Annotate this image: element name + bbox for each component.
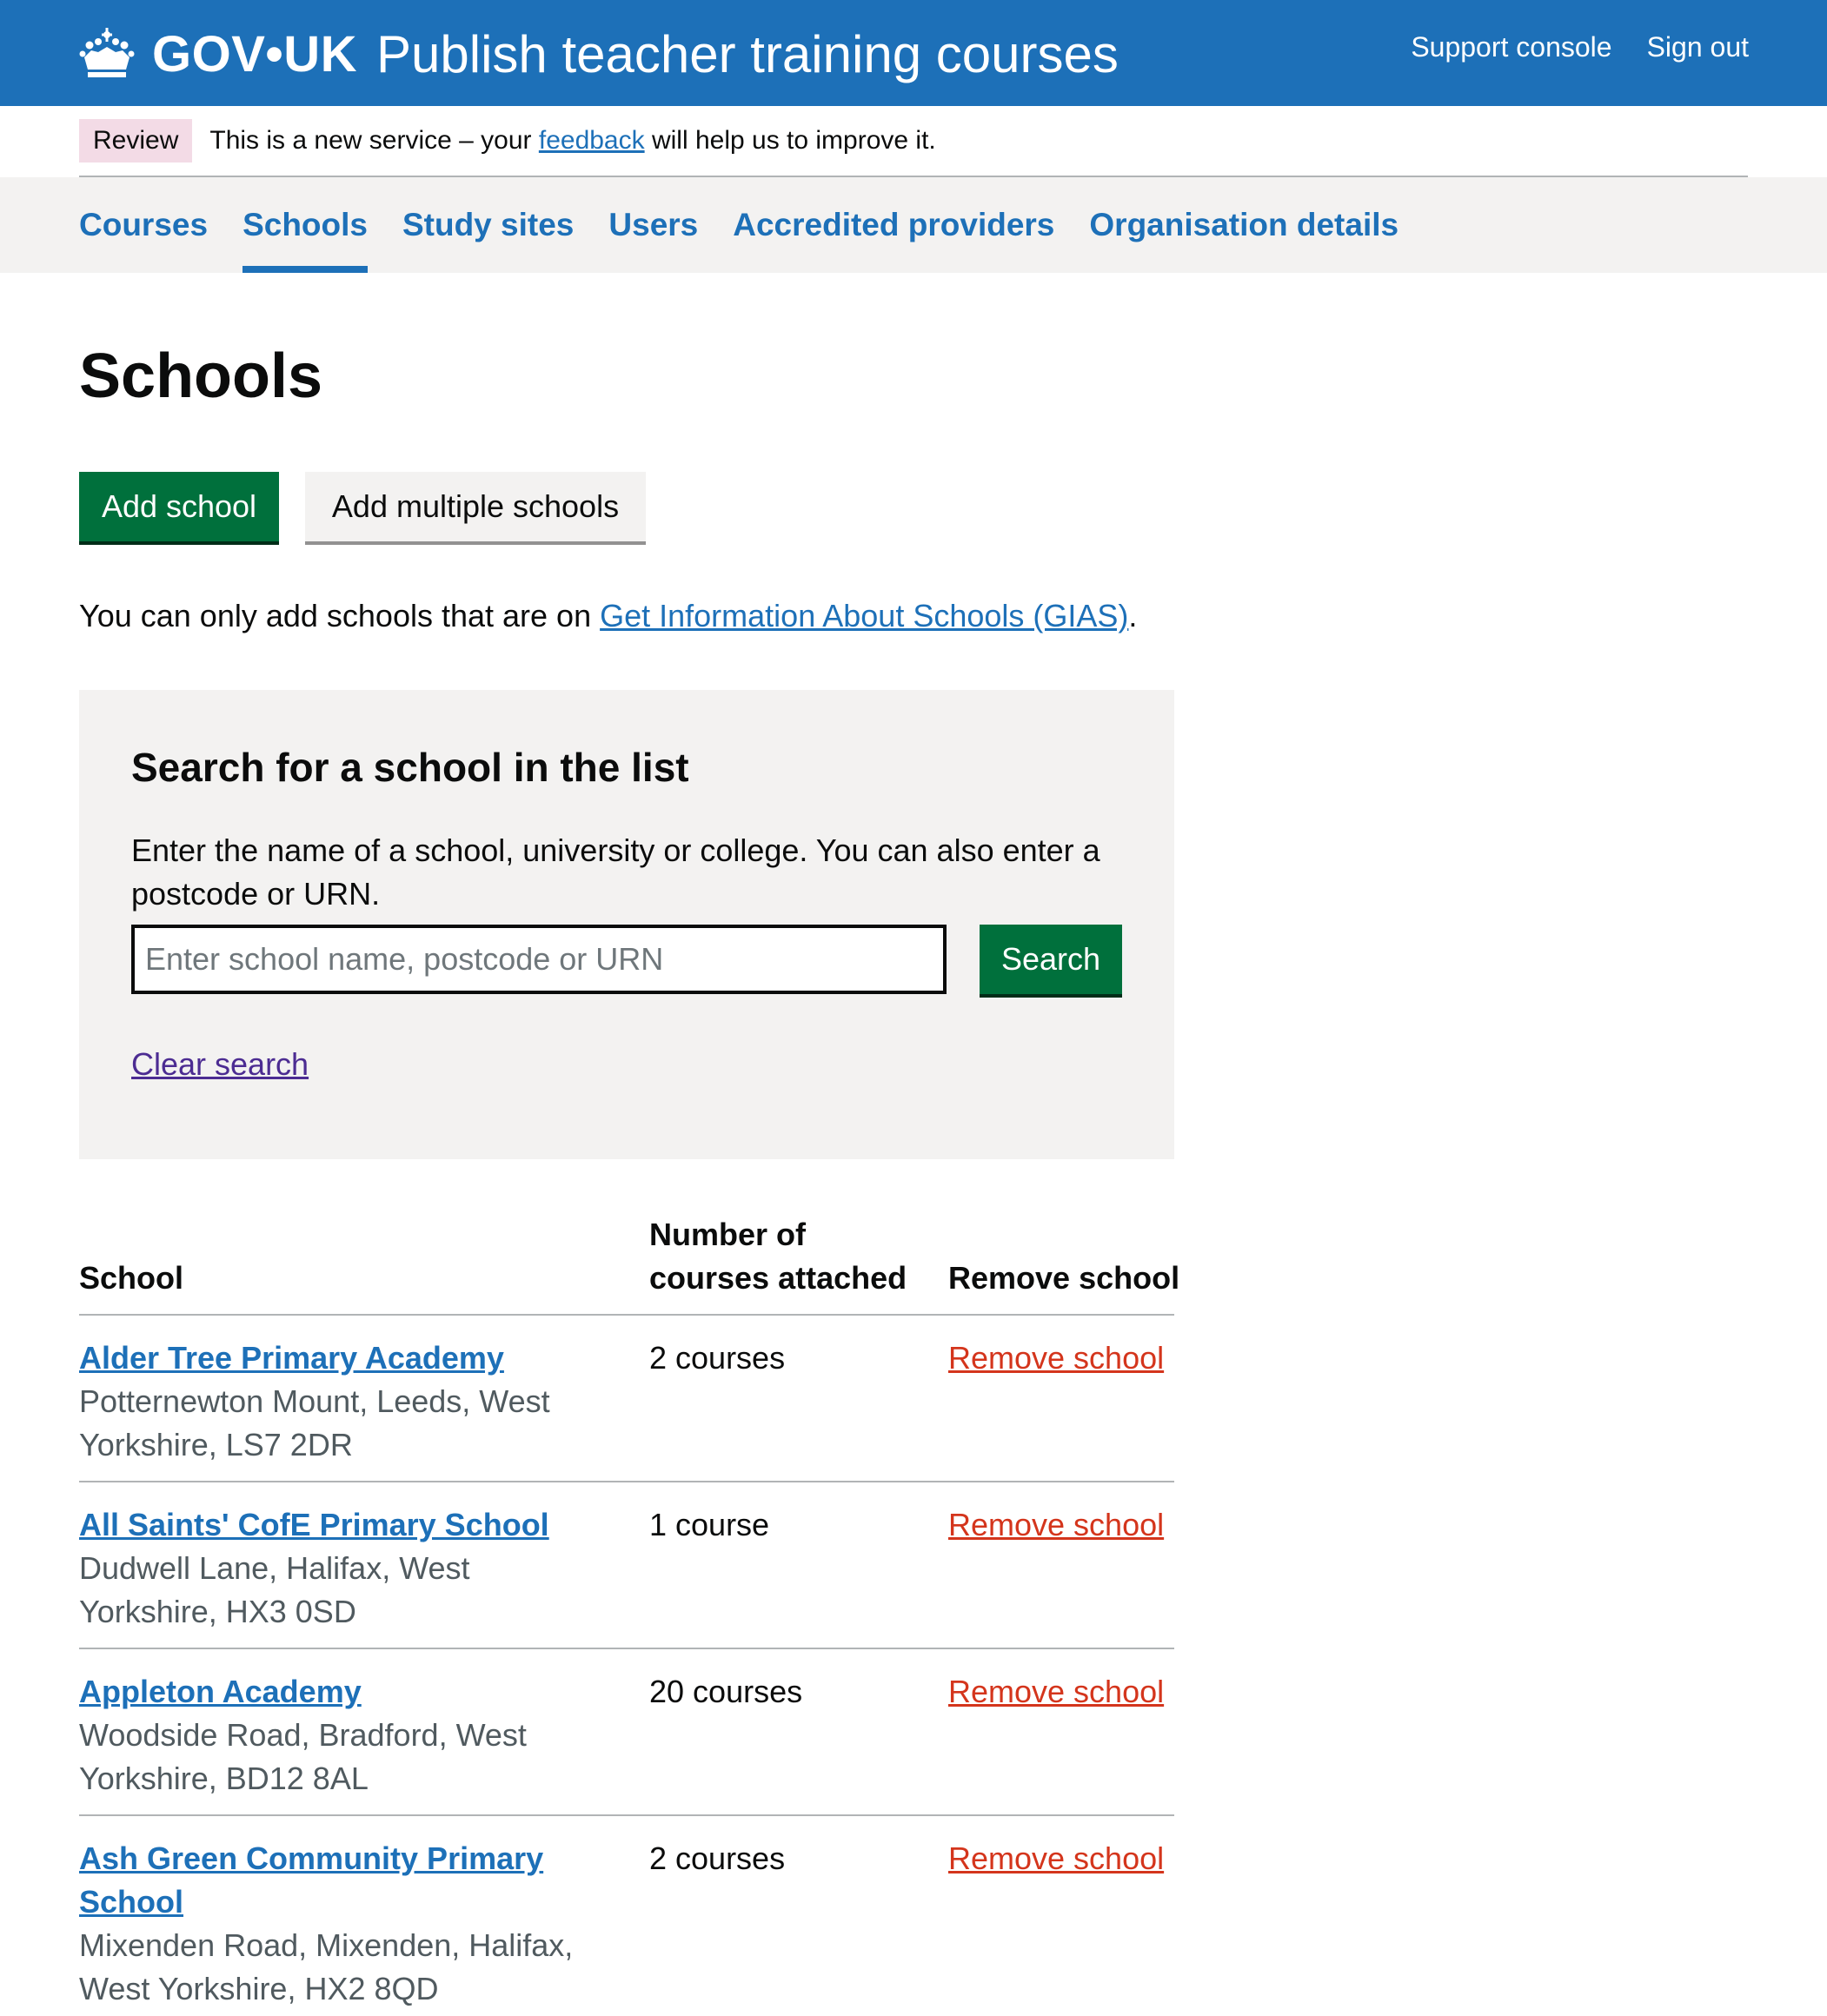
nav-accredited-providers[interactable]: Accredited providers xyxy=(733,177,1054,273)
schools-table: School Number of courses attached Remove… xyxy=(79,1206,1179,2016)
school-name-link[interactable]: All Saints' CofE Primary School xyxy=(79,1503,601,1547)
remove-school-link[interactable]: Remove school xyxy=(948,1336,1164,1380)
course-count: 2 courses xyxy=(649,1340,786,1376)
school-address: Potternewton Mount, Leeds, West Yorkshir… xyxy=(79,1383,550,1462)
service-name[interactable]: Publish teacher training courses xyxy=(376,24,1119,84)
column-header-course-count: Number of courses attached xyxy=(649,1217,907,1296)
nav-users[interactable]: Users xyxy=(608,177,698,273)
table-row: All Saints' CofE Primary School Dudwell … xyxy=(79,1482,1174,1649)
course-count: 2 courses xyxy=(649,1840,786,1876)
gias-link[interactable]: Get Information About Schools (GIAS) xyxy=(600,598,1128,633)
support-console-link[interactable]: Support console xyxy=(1411,31,1611,63)
table-row: Ash Green Community Primary School Mixen… xyxy=(79,1816,1174,2016)
phase-banner-text: This is a new service – your feedback wi… xyxy=(209,126,936,155)
gias-info-text: You can only add schools that are on Get… xyxy=(79,598,1138,633)
phase-banner: Review This is a new service – your feed… xyxy=(79,106,1748,177)
school-name-link[interactable]: Ash Green Community Primary School xyxy=(79,1837,601,1924)
remove-school-link[interactable]: Remove school xyxy=(948,1670,1164,1714)
school-cell: Alder Tree Primary Academy Potternewton … xyxy=(79,1336,601,1467)
nav-organisation-details[interactable]: Organisation details xyxy=(1089,177,1398,273)
crown-icon xyxy=(79,28,135,77)
school-address: Woodside Road, Bradford, West Yorkshire,… xyxy=(79,1717,527,1796)
school-name-link[interactable]: Appleton Academy xyxy=(79,1670,601,1714)
govuk-logo-link[interactable]: GOV•UK Publish teacher training courses xyxy=(79,19,1119,89)
phase-tag: Review xyxy=(79,119,193,162)
search-heading: Search for a school in the list xyxy=(131,745,689,790)
search-panel: Search for a school in the list Enter th… xyxy=(79,690,1174,1159)
school-cell: All Saints' CofE Primary School Dudwell … xyxy=(79,1503,601,1634)
column-header-school: School xyxy=(79,1260,184,1296)
nav-study-sites[interactable]: Study sites xyxy=(402,177,574,273)
remove-school-link[interactable]: Remove school xyxy=(948,1503,1164,1547)
school-name-link[interactable]: Alder Tree Primary Academy xyxy=(79,1336,601,1380)
nav-courses[interactable]: Courses xyxy=(79,177,208,273)
table-row: Appleton Academy Woodside Road, Bradford… xyxy=(79,1649,1174,1816)
feedback-link[interactable]: feedback xyxy=(539,126,645,155)
school-search-input[interactable] xyxy=(131,925,947,994)
add-school-button[interactable]: Add school xyxy=(79,472,279,541)
school-address: Dudwell Lane, Halifax, West Yorkshire, H… xyxy=(79,1550,470,1629)
table-header: School Number of courses attached Remove… xyxy=(79,1206,1179,1316)
search-button[interactable]: Search xyxy=(980,925,1122,994)
nav-schools[interactable]: Schools xyxy=(242,177,368,273)
page-title: Schools xyxy=(79,342,323,411)
school-cell: Ash Green Community Primary School Mixen… xyxy=(79,1837,601,2011)
table-row: Alder Tree Primary Academy Potternewton … xyxy=(79,1316,1174,1482)
school-cell: Appleton Academy Woodside Road, Bradford… xyxy=(79,1670,601,1800)
course-count: 1 course xyxy=(649,1507,770,1542)
search-hint: Enter the name of a school, university o… xyxy=(131,832,1100,912)
primary-navigation: Courses Schools Study sites Users Accred… xyxy=(0,177,1827,273)
govuk-header: GOV•UK Publish teacher training courses … xyxy=(0,0,1827,106)
govuk-wordmark: GOV•UK xyxy=(152,25,358,83)
column-header-remove: Remove school xyxy=(948,1260,1180,1296)
header-navigation: Support console Sign out xyxy=(1411,31,1749,63)
clear-search-link[interactable]: Clear search xyxy=(131,1046,309,1083)
school-address: Mixenden Road, Mixenden, Halifax, West Y… xyxy=(79,1927,574,2006)
remove-school-link[interactable]: Remove school xyxy=(948,1837,1164,1880)
sign-out-link[interactable]: Sign out xyxy=(1647,31,1749,63)
course-count: 20 courses xyxy=(649,1674,803,1709)
add-multiple-schools-button[interactable]: Add multiple schools xyxy=(305,472,646,541)
